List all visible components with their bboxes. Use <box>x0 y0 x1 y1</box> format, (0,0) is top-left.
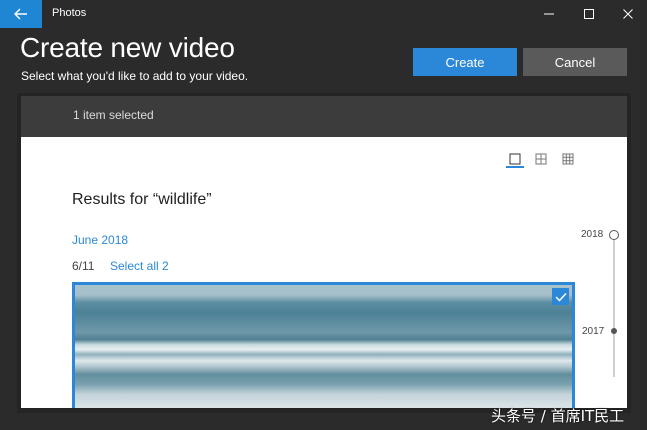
watermark: 头条号 / 首席IT民工 <box>491 407 625 425</box>
minimize-button[interactable] <box>528 0 570 28</box>
close-icon <box>623 9 633 19</box>
medium-grid-icon <box>535 153 547 165</box>
timeline-track[interactable] <box>613 237 615 377</box>
maximize-icon <box>584 9 594 19</box>
close-button[interactable] <box>607 0 647 28</box>
timeline-current-marker <box>609 230 619 240</box>
maximize-button[interactable] <box>568 0 610 28</box>
title-bar: Photos <box>0 0 647 28</box>
timeline-year-2018[interactable]: 2018 <box>581 229 603 240</box>
minimize-icon <box>544 13 554 15</box>
single-view-icon <box>509 153 521 165</box>
ocean-waves-image <box>75 285 572 408</box>
page-title: Create new video <box>20 32 235 63</box>
selection-status: 1 item selected <box>73 108 154 122</box>
medium-grid-button[interactable] <box>531 149 551 169</box>
date-label: 6/11 <box>72 259 95 273</box>
small-grid-icon <box>562 153 574 165</box>
results-heading: Results for “wildlife” <box>72 191 212 208</box>
select-all-link[interactable]: Select all 2 <box>110 259 169 273</box>
back-arrow-icon <box>14 8 27 20</box>
create-button[interactable]: Create <box>413 48 517 76</box>
timeline-year-2017[interactable]: 2017 <box>582 326 604 337</box>
video-thumbnail[interactable] <box>72 282 575 408</box>
cancel-button[interactable]: Cancel <box>523 48 627 76</box>
back-button[interactable] <box>0 0 42 28</box>
selected-checkbox[interactable] <box>552 288 569 305</box>
active-view-indicator <box>506 166 524 168</box>
timeline-year-marker <box>611 328 617 334</box>
app-title: Photos <box>52 7 87 19</box>
small-grid-button[interactable] <box>558 149 578 169</box>
page-subtitle: Select what you'd like to add to your vi… <box>21 69 249 83</box>
results-pane: Results for “wildlife” June 2018 6/11 Se… <box>21 137 627 408</box>
checkmark-icon <box>554 292 567 302</box>
selection-bar: 1 item selected <box>21 96 627 137</box>
month-header[interactable]: June 2018 <box>72 233 128 247</box>
